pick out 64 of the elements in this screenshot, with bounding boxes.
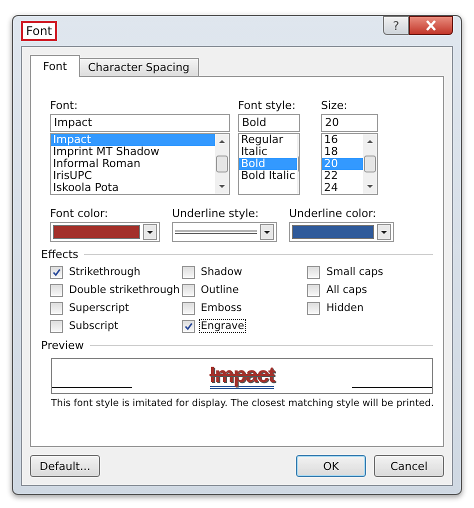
checkbox-label[interactable]: Superscript: [67, 301, 132, 315]
checkbox-label[interactable]: Hidden: [324, 301, 366, 315]
field-label: Underline style:: [172, 207, 260, 221]
field-label: Font color:: [50, 207, 110, 221]
checkbox[interactable]: [182, 302, 195, 314]
preview-sample: Impact: [210, 364, 274, 388]
dialog-button[interactable]: Default...: [30, 455, 100, 477]
list-item[interactable]: 24: [322, 182, 363, 194]
checkbox-label[interactable]: Subscript: [67, 319, 120, 333]
checkbox[interactable]: [182, 266, 195, 278]
field-label: Font:: [50, 99, 79, 113]
checkbox-label[interactable]: Emboss: [198, 301, 244, 315]
dropdown[interactable]: [289, 222, 394, 242]
checkbox-label[interactable]: Outline: [198, 283, 241, 297]
list-item[interactable]: Regular: [239, 134, 298, 146]
scrollbar-icon[interactable]: [215, 134, 229, 194]
dialog-button[interactable]: OK: [296, 455, 366, 477]
checkbox-label[interactable]: All caps: [324, 283, 370, 297]
list-item[interactable]: IrisUPC: [51, 170, 215, 182]
group-title: Effects: [41, 248, 78, 261]
list-item[interactable]: 16: [322, 134, 363, 146]
checkbox-label[interactable]: Double strikethrough: [67, 283, 182, 297]
dropdown[interactable]: [172, 222, 277, 242]
field-label: Font style:: [238, 99, 297, 113]
checkbox[interactable]: [182, 284, 195, 296]
tab[interactable]: Font: [30, 55, 80, 77]
checkbox[interactable]: [307, 284, 320, 296]
checkbox[interactable]: [307, 266, 320, 278]
list-box[interactable]: 16 18 20 22 24: [321, 133, 378, 195]
list-item[interactable]: Informal Roman: [51, 158, 215, 170]
checkbox-label[interactable]: Shadow: [198, 265, 244, 279]
checkbox[interactable]: [50, 302, 63, 314]
list-item[interactable]: Italic: [239, 146, 298, 158]
group-title: Preview: [41, 339, 84, 352]
checkbox[interactable]: [182, 320, 195, 332]
scrollbar-icon[interactable]: [363, 134, 377, 194]
preview-note: This font style is imitated for display. The closest matching style will be printed.: [51, 398, 433, 409]
close-button[interactable]: [409, 16, 453, 35]
checkbox-label[interactable]: Engrave: [198, 319, 246, 333]
list-item[interactable]: Imprint MT Shadow: [51, 146, 215, 158]
checkbox[interactable]: [50, 284, 63, 296]
list-item[interactable]: 18: [322, 146, 363, 158]
dialog-button[interactable]: Cancel: [374, 455, 444, 477]
window-title: Font: [21, 21, 58, 41]
tab[interactable]: Character Spacing: [78, 58, 199, 76]
checkbox[interactable]: [50, 320, 63, 332]
text-field[interactable]: 20: [321, 114, 378, 132]
list-item[interactable]: 22: [322, 170, 363, 182]
line-sample-icon: [175, 229, 257, 235]
dropdown[interactable]: [50, 222, 160, 242]
list-box[interactable]: Regular Italic Bold Bold Italic: [238, 133, 300, 195]
checkbox[interactable]: [307, 302, 320, 314]
checkbox-label[interactable]: Strikethrough: [67, 265, 142, 279]
list-item[interactable]: Iskoola Pota: [51, 182, 215, 194]
field-label: Size:: [321, 99, 348, 113]
help-button[interactable]: ?: [383, 16, 409, 35]
checkbox-label[interactable]: Small caps: [324, 265, 386, 279]
close-icon: [425, 20, 437, 31]
checkbox[interactable]: [50, 266, 63, 278]
field-label: Underline color:: [289, 207, 378, 221]
text-field[interactable]: Impact: [50, 114, 230, 132]
list-item[interactable]: Bold Italic: [239, 170, 298, 182]
text-field[interactable]: Bold: [238, 114, 300, 132]
list-box[interactable]: Impact Imprint MT Shadow Informal Roman IrisUPC Iskoola Pota: [50, 133, 230, 195]
